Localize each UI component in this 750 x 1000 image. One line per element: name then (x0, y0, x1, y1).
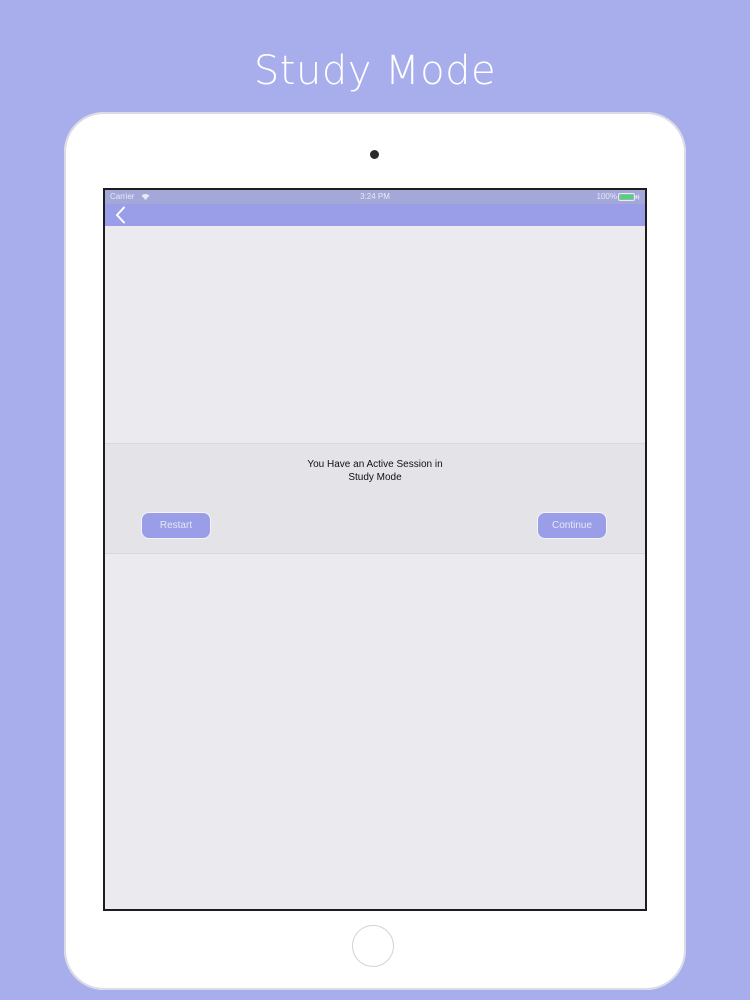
tablet-frame: Carrier 3:24 PM 100% You Have an Active … (64, 112, 686, 990)
session-message: You Have an Active Session in Study Mode (105, 458, 645, 484)
battery-icon (618, 193, 640, 201)
continue-button[interactable]: Continue (537, 512, 607, 539)
status-bar: Carrier 3:24 PM 100% (105, 190, 645, 204)
home-button (352, 925, 394, 967)
session-message-line-1: You Have an Active Session in (307, 459, 443, 470)
status-time: 3:24 PM (360, 192, 390, 201)
camera-dot (370, 150, 379, 159)
status-battery-percent: 100% (596, 192, 617, 201)
chevron-left-icon (116, 206, 125, 224)
app-screen: Carrier 3:24 PM 100% You Have an Active … (103, 188, 647, 911)
active-session-panel: You Have an Active Session in Study Mode… (105, 443, 645, 554)
restart-button[interactable]: Restart (141, 512, 211, 539)
back-button[interactable] (109, 204, 131, 226)
promo-title: Study Mode (253, 48, 497, 94)
navigation-bar (105, 204, 645, 226)
session-message-line-2: Study Mode (348, 472, 402, 483)
